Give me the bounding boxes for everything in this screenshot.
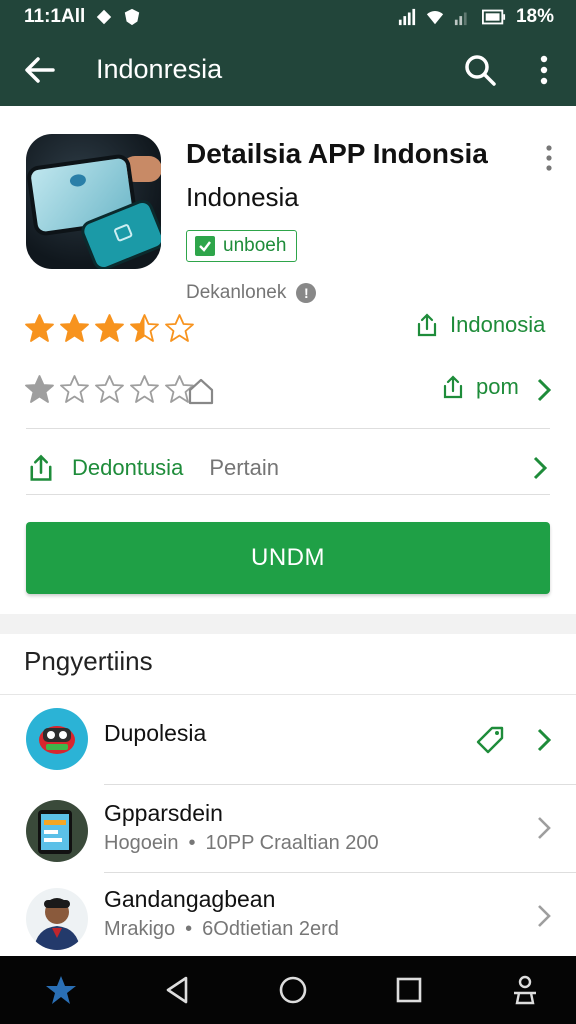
related-link: Dedontusia xyxy=(72,455,184,480)
status-time: 11:1All xyxy=(24,6,86,27)
related-row[interactable]: Dedontusia Pertain xyxy=(26,444,550,492)
overflow-menu-icon[interactable] xyxy=(538,142,560,174)
star-app-icon[interactable] xyxy=(44,973,78,1007)
chevron-right-icon[interactable] xyxy=(534,376,554,404)
accessibility-icon[interactable] xyxy=(508,973,542,1007)
star-filled-icon xyxy=(25,375,54,403)
app-bar: Indonresia xyxy=(0,34,576,106)
share-link-secondary[interactable]: pom xyxy=(440,374,519,400)
star-empty-icon xyxy=(130,375,159,403)
secondary-rating-stars xyxy=(24,374,195,405)
signal-weak-icon xyxy=(454,12,467,26)
divider xyxy=(26,494,550,495)
star-half-icon xyxy=(130,314,159,342)
related-meta: Pertain xyxy=(209,455,280,480)
rating-stars xyxy=(24,313,195,344)
page-title: Indonresia xyxy=(96,54,223,84)
chevron-right-icon xyxy=(538,905,551,927)
star-filled-icon xyxy=(95,314,124,342)
app-details: Detailsia APP Indonsia Indonesia unboeh … xyxy=(0,106,576,961)
arrow-back-icon[interactable] xyxy=(20,52,58,88)
star-empty-icon xyxy=(60,375,89,403)
list-item-sub: Hogoein • 10PP Craaltian 200 xyxy=(104,832,379,854)
divider xyxy=(0,694,576,695)
notification-icon xyxy=(97,9,112,25)
editors-choice-badge: unboeh xyxy=(186,230,298,262)
share-icon xyxy=(30,454,52,481)
list-item-sub: Mrakigo • 6Odtietian 2erd xyxy=(104,918,339,940)
share-link[interactable]: Indonosia xyxy=(414,312,545,338)
home-icon[interactable] xyxy=(184,374,218,408)
star-filled-icon xyxy=(25,314,54,342)
chevron-right-icon xyxy=(538,817,551,839)
tag-icon[interactable] xyxy=(470,720,510,760)
developer[interactable]: Dekanlonek ! xyxy=(186,282,317,304)
avatar xyxy=(26,800,88,862)
check-icon xyxy=(195,236,215,256)
share-icon xyxy=(443,375,463,399)
list-item-subtitle: Mrakigo xyxy=(104,918,176,940)
status-bar: 11:1All 18% xyxy=(0,0,576,34)
battery-level: 18% xyxy=(515,6,554,27)
list-item-name: Gandangagbean xyxy=(104,886,276,912)
shield-icon xyxy=(125,8,140,26)
search-icon[interactable] xyxy=(462,52,498,88)
avatar xyxy=(26,708,88,770)
wifi-icon xyxy=(426,11,444,25)
divider xyxy=(26,428,550,429)
section-separator xyxy=(0,614,576,634)
more-vert-icon[interactable] xyxy=(530,52,558,88)
list-item-meta: 10PP Craaltian 200 xyxy=(205,832,379,854)
share-link-label: Indonosia xyxy=(450,312,546,337)
badge-label: unboeh xyxy=(223,235,287,256)
developer-name: Dekanlonek xyxy=(186,282,287,303)
list-item-subtitle: Hogoein xyxy=(104,832,179,854)
app-icon xyxy=(26,134,161,269)
list-item[interactable]: Gandangagbean Mrakigo • 6Odtietian 2erd xyxy=(0,872,576,960)
list-item[interactable]: Gpparsdein Hogoein • 10PP Craaltian 200 xyxy=(0,784,576,872)
signal-icon xyxy=(398,8,416,26)
star-filled-icon xyxy=(60,314,89,342)
star-empty-icon xyxy=(165,314,194,342)
back-icon[interactable] xyxy=(160,973,194,1007)
app-title: Detailsia APP Indonsia xyxy=(186,138,488,169)
section-title: Pngyertiins xyxy=(24,646,153,676)
chevron-right-icon xyxy=(533,456,548,480)
share-icon xyxy=(417,313,437,337)
recents-icon[interactable] xyxy=(392,973,426,1007)
home-circle-icon[interactable] xyxy=(276,973,310,1007)
share-link-secondary-label: pom xyxy=(476,374,519,399)
system-nav-bar xyxy=(0,956,576,1024)
app-subtitle: Indonesia xyxy=(186,182,299,212)
info-icon[interactable]: ! xyxy=(296,283,317,303)
similar-apps-section: Pngyertiins Dupolesia Gpparsdein Hogoein… xyxy=(0,634,576,961)
list-item-name: Dupolesia xyxy=(104,720,207,746)
battery-icon xyxy=(481,9,506,25)
avatar xyxy=(26,888,88,950)
chevron-right-icon xyxy=(537,728,552,752)
star-empty-icon xyxy=(95,375,124,403)
list-item-meta: 6Odtietian 2erd xyxy=(202,918,339,940)
list-item[interactable]: Dupolesia xyxy=(0,696,576,784)
list-item-name: Gpparsdein xyxy=(104,800,223,826)
install-button[interactable]: UNDM xyxy=(26,522,550,594)
